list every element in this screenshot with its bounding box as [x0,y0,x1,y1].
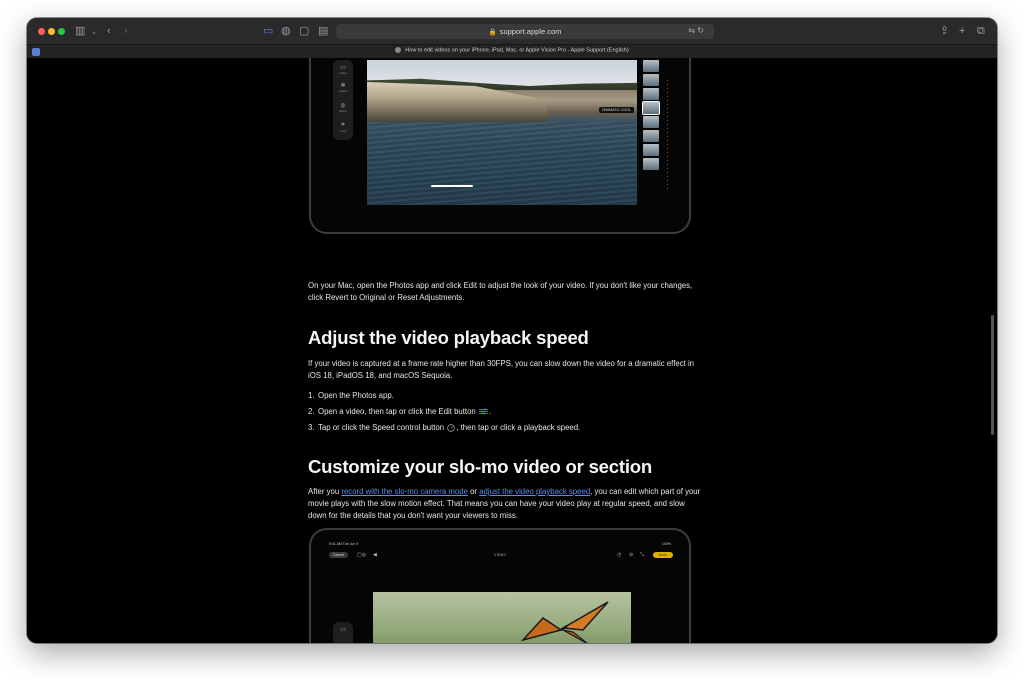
new-tab-icon[interactable]: + [959,24,965,38]
video-preview-butterfly [373,592,631,643]
browser-toolbar: ▥ ⌄ ‹ › ▭ ◍ ▢ ▤ 🔒 support.apple.com ⇆ ↻ … [27,18,997,44]
link-record-slomo[interactable]: record with the slo-mo camera mode [341,487,468,496]
paragraph-slomo: After you record with the slo-mo camera … [308,487,701,520]
butterfly-image [520,601,609,643]
list-item: 3. Tap or click the Speed control button … [308,423,581,432]
tab-title: How to edit videos on your iPhone, iPad,… [405,47,629,54]
scrollbar[interactable] [991,315,994,435]
heading-slomo: Customize your slo-mo video or section [308,456,652,477]
status-time: 9:41 AM Tue Jun 9 [329,542,359,546]
intensity-slider [667,80,668,190]
filter-badge: DRAMATIC COOL [599,107,634,113]
browser-window: ▥ ⌄ ‹ › ▭ ◍ ▢ ▤ 🔒 support.apple.com ⇆ ↻ … [27,18,997,643]
video-tool-icon: ▭ Video [339,65,347,75]
paragraph-speed: If your video is captured at a frame rat… [308,359,695,380]
speed-icon: ◷ [617,552,622,558]
chevron-down-icon[interactable]: ⌄ [91,26,97,40]
reader-icon[interactable]: ▤ [318,24,328,38]
edit-button-icon [478,408,488,415]
address-bar[interactable]: 🔒 support.apple.com ⇆ ↻ [336,24,714,39]
extension-globe-icon[interactable]: ◍ [281,24,291,38]
tab-bar: How to edit videos on your iPhone, iPad,… [27,44,997,58]
address-url: support.apple.com [499,27,562,36]
edit-top-bar: Cancel ▢◎ ◀ VIDEO ◷ ⊝ ⤡ Done [329,552,673,560]
speed-control-icon [447,424,456,432]
filters-tool-icon: ◎ Filters [338,103,348,113]
steps-list: 1. Open the Photos app. 2. Open a video, t… [308,388,703,436]
lock-icon: 🔒 [488,28,497,36]
markup-icon: ⤡ [640,552,645,558]
forward-icon[interactable]: › [124,24,128,38]
apple-icon [395,47,402,53]
reload-icon[interactable]: ⇆ ↻ [688,26,704,35]
filter-thumbnails [642,60,660,190]
paragraph-mac: On your Mac, open the Photos app and cli… [308,281,693,302]
mode-label: VIDEO [494,553,507,557]
more-icon: ⊝ [629,552,634,558]
heading-playback-speed: Adjust the video playback speed [308,327,589,348]
status-battery: 100% [662,542,671,546]
done-button: Done [652,552,673,558]
crop-tool-icon: ⌗ Crop [339,122,347,133]
link-adjust-speed[interactable]: adjust the video playback speed [479,487,590,496]
tab-overview-icon[interactable]: ⧉ [977,24,985,38]
sidebar-toggle-icon[interactable]: ▥ [75,24,85,38]
tab-active[interactable]: How to edit videos on your iPhone, iPad,… [27,47,997,53]
extension-window-icon[interactable]: ▢ [299,24,309,38]
volume-icon: ◀ [373,552,377,558]
extension-icon[interactable]: ▭ [263,24,273,38]
ipad-screenshot-bottom: 9:41 AM Tue Jun 9 100% Cancel ▢◎ ◀ VIDEO… [309,528,691,643]
cancel-button: Cancel [329,552,348,558]
list-item: 2. Open a video, then tap or click the Ed… [308,407,492,416]
edit-sidebar-2: ▭ ✲ [333,622,353,643]
video-scrubber [431,185,473,187]
close-window-button[interactable] [38,28,45,35]
page-content: ▭ Video ✲ Adjust ◎ Filters ⌗ Crop DRAMATIC C… [27,58,997,643]
hdr-icon: ▢◎ [357,552,367,558]
zoom-window-button[interactable] [58,28,65,35]
video-tool-icon: ▭ [340,627,346,633]
list-item: 1. Open the Photos app. [308,391,394,400]
ipad-screenshot-top: ▭ Video ✲ Adjust ◎ Filters ⌗ Crop DRAMATIC C… [309,58,691,234]
edit-sidebar: ▭ Video ✲ Adjust ◎ Filters ⌗ Crop [333,60,353,140]
video-preview-cliffs: DRAMATIC COOL [367,60,637,205]
adjust-tool-icon: ✲ Adjust [338,83,348,93]
back-icon[interactable]: ‹ [107,24,111,38]
share-icon[interactable]: ⇪ [940,24,949,38]
minimize-window-button[interactable] [48,28,55,35]
